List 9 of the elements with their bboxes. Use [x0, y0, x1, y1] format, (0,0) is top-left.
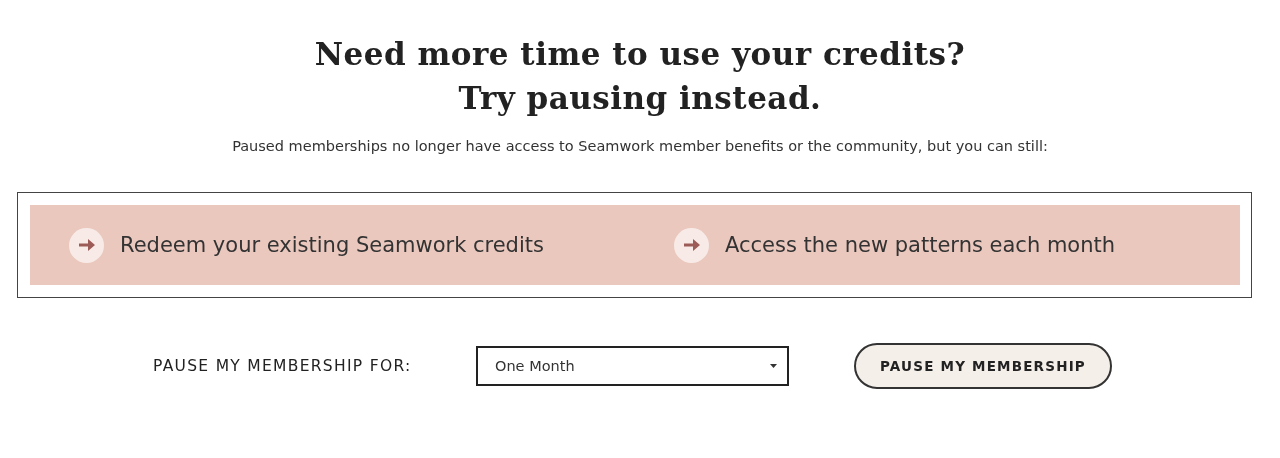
- heading: Need more time to use your credits?: [314, 35, 966, 74]
- intro-text: Paused memberships no longer have access to Seamwork member benefits or the community, but you can still:: [231, 138, 1049, 154]
- benefit-text: Redeem your existing Seamwork credits: [120, 233, 544, 257]
- duration-dropdown[interactable]: One Month: [476, 346, 789, 386]
- heading: Try pausing instead.: [458, 79, 822, 118]
- benefit-text: Access the new patterns each month: [725, 233, 1116, 257]
- caret-icon: [770, 364, 777, 368]
- pause-button[interactable]: PAUSE MY MEMBERSHIP: [854, 343, 1112, 389]
- field-label: PAUSE MY MEMBERSHIP FOR:: [153, 357, 413, 375]
